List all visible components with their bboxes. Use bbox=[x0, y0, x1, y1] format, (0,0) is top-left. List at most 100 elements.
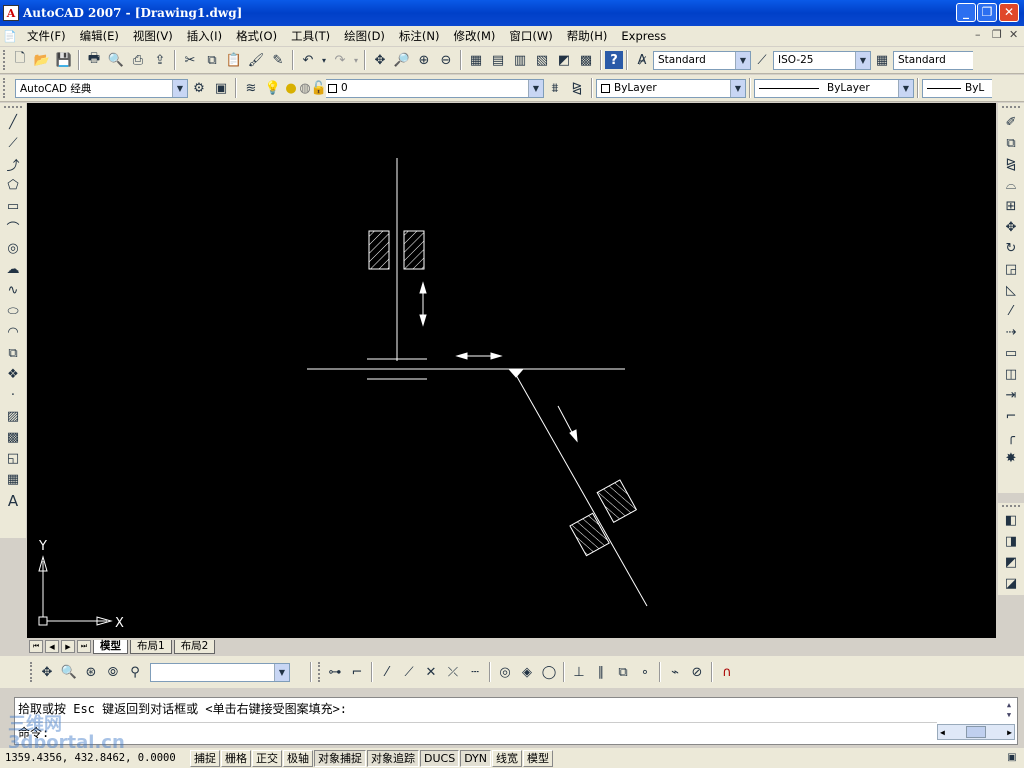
revision-cloud-icon[interactable]: ☁ bbox=[2, 259, 24, 280]
workspace-settings-icon[interactable]: ⚙ bbox=[188, 77, 210, 99]
save-icon[interactable]: 💾 bbox=[53, 49, 75, 71]
break-icon[interactable]: ◫ bbox=[1000, 364, 1022, 385]
layer-previous-icon[interactable]: ⧎ bbox=[566, 77, 588, 99]
match-properties-icon[interactable]: 🖌 bbox=[245, 49, 267, 71]
toolbar-grip[interactable] bbox=[318, 662, 321, 682]
bring-above-icon[interactable]: ◩ bbox=[1000, 552, 1022, 573]
lineweight-select[interactable]: ByL bbox=[922, 78, 992, 98]
trim-icon[interactable]: ⁄ bbox=[1000, 301, 1022, 322]
layer-manager-icon[interactable]: ≋ bbox=[240, 77, 262, 99]
toolbar-grip[interactable] bbox=[3, 78, 6, 98]
chevron-down-icon[interactable]: ▼ bbox=[528, 79, 543, 97]
ellipse-arc-icon[interactable]: ◠ bbox=[2, 322, 24, 343]
chevron-down-icon[interactable]: ▼ bbox=[172, 79, 187, 97]
dim-style-select[interactable]: ISO-25 ▼ bbox=[773, 50, 871, 70]
snap-from-icon[interactable]: ⌐ bbox=[346, 661, 368, 683]
snap-apparent-intersection-icon[interactable]: ⤫ bbox=[442, 661, 464, 683]
toolbar-grip[interactable] bbox=[1002, 106, 1020, 109]
layer-vp-freeze-icon[interactable]: ◍ bbox=[298, 77, 312, 99]
stretch-icon[interactable]: ◺ bbox=[1000, 280, 1022, 301]
zoom-realtime-icon[interactable]: 🔎 bbox=[391, 49, 413, 71]
snap-center-icon[interactable]: ◎ bbox=[494, 661, 516, 683]
publish-icon[interactable]: ⎙ bbox=[127, 49, 149, 71]
insert-block-icon[interactable]: ⧉ bbox=[2, 343, 24, 364]
pan-icon[interactable]: ✥ bbox=[369, 49, 391, 71]
arc-icon[interactable]: ⌒ bbox=[2, 217, 24, 238]
toggle-model[interactable]: 模型 bbox=[523, 749, 554, 767]
polyline-icon[interactable]: ⤴ bbox=[2, 154, 24, 175]
doc-close-icon[interactable]: ✕ bbox=[1009, 28, 1018, 41]
workspace-save-icon[interactable]: ▣ bbox=[210, 77, 232, 99]
menu-insert[interactable]: 插入(I) bbox=[180, 28, 229, 44]
hatch-icon[interactable]: ▨ bbox=[2, 406, 24, 427]
ellipse-icon[interactable]: ⬭ bbox=[2, 301, 24, 322]
make-block-icon[interactable]: ❖ bbox=[2, 364, 24, 385]
snap-insert-icon[interactable]: ⧉ bbox=[612, 661, 634, 683]
snap-node-icon[interactable]: ∘ bbox=[634, 661, 656, 683]
plot-preview-icon[interactable]: 🔍 bbox=[105, 49, 127, 71]
send-to-back-icon[interactable]: ◨ bbox=[1000, 531, 1022, 552]
extend-icon[interactable]: ⇢ bbox=[1000, 322, 1022, 343]
menu-format[interactable]: 格式(O) bbox=[229, 28, 284, 44]
snap-perpendicular-icon[interactable]: ⊥ bbox=[568, 661, 590, 683]
design-center-icon[interactable]: ▤ bbox=[487, 49, 509, 71]
clean-screen-icon[interactable]: ▣ bbox=[1003, 748, 1021, 766]
toggle-osnap[interactable]: 对象捕捉 bbox=[314, 749, 366, 767]
scale-icon[interactable]: ◲ bbox=[1000, 259, 1022, 280]
region-icon[interactable]: ◱ bbox=[2, 448, 24, 469]
menu-tools[interactable]: 工具(T) bbox=[284, 28, 337, 44]
command-window[interactable]: 拾取或按 Esc 键返回到对话框或 <单击右键接受图案填充>: 命令: ▲ ▼ ◀… bbox=[14, 697, 1018, 745]
drawing-canvas[interactable]: Y X bbox=[27, 103, 996, 638]
etransmit-icon[interactable]: ⇪ bbox=[149, 49, 171, 71]
menu-file[interactable]: 文件(F) bbox=[20, 28, 73, 44]
markup-icon[interactable]: ◩ bbox=[553, 49, 575, 71]
print-icon[interactable]: 🖶 bbox=[83, 49, 105, 71]
make-current-layer-icon[interactable]: ⩩ bbox=[544, 77, 566, 99]
pan-realtime-icon[interactable]: ✥ bbox=[36, 661, 58, 683]
open-icon[interactable]: 📂 bbox=[31, 49, 53, 71]
line-icon[interactable]: ╱ bbox=[2, 112, 24, 133]
table-style-select[interactable]: Standard bbox=[893, 50, 973, 70]
doc-restore-icon[interactable]: ❐ bbox=[992, 28, 1002, 41]
snap-tangent-icon[interactable]: ◯ bbox=[538, 661, 560, 683]
sheet-set-icon[interactable]: ▧ bbox=[531, 49, 553, 71]
close-button[interactable]: ✕ bbox=[999, 3, 1019, 22]
table-style-icon[interactable]: ▦ bbox=[871, 49, 893, 71]
snap-quadrant-icon[interactable]: ◈ bbox=[516, 661, 538, 683]
document-icon[interactable]: 📄 bbox=[0, 27, 20, 45]
cut-icon[interactable]: ✂ bbox=[179, 49, 201, 71]
doc-minimize-icon[interactable]: – bbox=[975, 28, 981, 41]
chevron-down-icon[interactable]: ▼ bbox=[735, 51, 750, 69]
undo-dropdown-icon[interactable]: ▾ bbox=[319, 49, 329, 71]
next-tab-icon[interactable]: ▶ bbox=[61, 640, 75, 653]
chevron-down-icon[interactable]: ▼ bbox=[898, 79, 913, 97]
osnap-settings-icon[interactable]: ∩ bbox=[716, 661, 738, 683]
rectangle-icon[interactable]: ▭ bbox=[2, 196, 24, 217]
offset-icon[interactable]: ⌓ bbox=[1000, 175, 1022, 196]
menu-dimension[interactable]: 标注(N) bbox=[392, 28, 447, 44]
redo-dropdown-icon[interactable]: ▾ bbox=[351, 49, 361, 71]
last-tab-icon[interactable]: ⏭ bbox=[77, 640, 91, 653]
table-icon[interactable]: ▦ bbox=[2, 469, 24, 490]
layer-lock-icon[interactable]: 🔓 bbox=[311, 77, 327, 99]
toolbar-grip[interactable] bbox=[30, 662, 33, 682]
menu-draw[interactable]: 绘图(D) bbox=[337, 28, 392, 44]
snap-intersection-icon[interactable]: ✕ bbox=[420, 661, 442, 683]
command-prompt[interactable]: 命令: bbox=[15, 722, 937, 742]
toggle-lineweight[interactable]: 线宽 bbox=[492, 749, 523, 767]
zoom-previous-icon[interactable]: ⊖ bbox=[435, 49, 457, 71]
multiline-text-icon[interactable]: A bbox=[2, 490, 24, 511]
snap-extension-icon[interactable]: ┄ bbox=[464, 661, 486, 683]
text-style-select[interactable]: Standard ▼ bbox=[653, 50, 751, 70]
layer-freeze-icon[interactable]: ● bbox=[284, 77, 298, 99]
tab-layout2[interactable]: 布局2 bbox=[173, 639, 216, 654]
explode-icon[interactable]: ✸ bbox=[1000, 448, 1022, 469]
calculator-icon[interactable]: ▩ bbox=[575, 49, 597, 71]
minimize-button[interactable]: _ bbox=[956, 3, 976, 22]
color-select[interactable]: ByLayer ▼ bbox=[596, 78, 746, 98]
menu-help[interactable]: 帮助(H) bbox=[560, 28, 615, 44]
snap-none-icon[interactable]: ⊘ bbox=[686, 661, 708, 683]
properties-icon[interactable]: ▦ bbox=[465, 49, 487, 71]
first-tab-icon[interactable]: ⏮ bbox=[29, 640, 43, 653]
camera-icon[interactable]: ⦾ bbox=[102, 661, 124, 683]
